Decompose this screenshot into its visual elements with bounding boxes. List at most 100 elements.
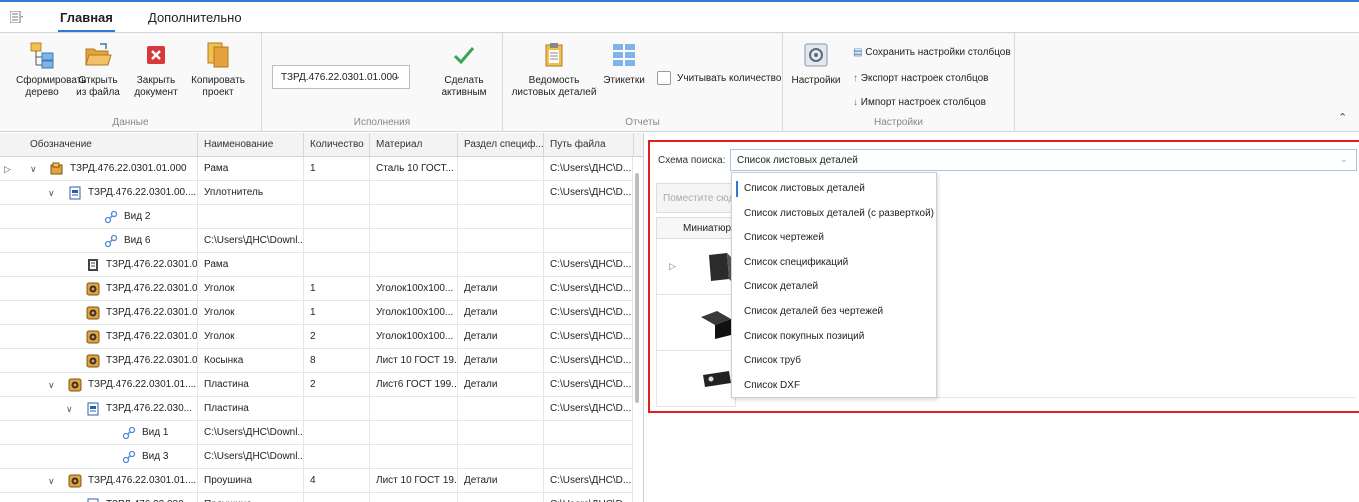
save-columns-button[interactable]: ▤ Сохранить настройки столбцов bbox=[853, 47, 1011, 58]
group-label-data: Данные bbox=[112, 117, 149, 128]
tree-row[interactable]: ТЗРД.476.22.0301.01....Уголок1Уголок100x… bbox=[0, 277, 633, 301]
app-menu-icon[interactable] bbox=[10, 11, 24, 23]
settings-gear-icon bbox=[804, 43, 828, 67]
part-icon bbox=[86, 282, 100, 296]
count-checkbox[interactable] bbox=[657, 71, 671, 85]
cell-material bbox=[370, 253, 458, 277]
dropdown-option[interactable]: Список чертежей bbox=[732, 226, 936, 250]
tab-main[interactable]: Главная bbox=[58, 10, 115, 33]
tree-row[interactable]: Вид 2 bbox=[0, 205, 633, 229]
dropdown-option[interactable]: Список листовых деталей (с разверткой) bbox=[732, 202, 936, 226]
make-active-button[interactable]: Сделать активным bbox=[434, 41, 494, 99]
column-header-quantity[interactable]: Количество bbox=[304, 133, 370, 157]
thumbnail-row-1[interactable]: ▷ bbox=[656, 239, 736, 295]
cell-designation: Вид 3 bbox=[0, 445, 198, 469]
dropdown-option[interactable]: Список листовых деталей bbox=[732, 177, 936, 201]
dropdown-option[interactable]: Список деталей bbox=[732, 275, 936, 299]
open-from-file-button[interactable]: Открыть из файла bbox=[74, 41, 122, 99]
cell-quantity: 1 bbox=[304, 277, 370, 301]
cell-quantity bbox=[304, 493, 370, 502]
row-expand-icon[interactable]: ▷ bbox=[4, 164, 11, 175]
cell-name: C:\Users\ДНС\Downl... bbox=[198, 421, 304, 445]
save-columns-label: Сохранить настройки столбцов bbox=[865, 47, 1011, 58]
chevron-down-icon[interactable]: ∨ bbox=[66, 404, 73, 415]
column-header-section[interactable]: Раздел специф... bbox=[458, 133, 544, 157]
tree-row[interactable]: ∨ ТЗРД.476.22.0301.01.... Пластина 2 Лист6 Г… bbox=[0, 373, 633, 397]
settings-button[interactable]: Настройки bbox=[791, 41, 841, 87]
tree-row[interactable]: Вид 6 C:\Users\ДНС\Downl... bbox=[0, 229, 633, 253]
cell-name: Рама bbox=[198, 253, 304, 277]
open-folder-icon bbox=[85, 43, 112, 66]
tree-row[interactable]: ТЗРД.476.22.0301.01....Уголок1Уголок100x… bbox=[0, 301, 633, 325]
cell-quantity: 4 bbox=[304, 469, 370, 493]
cell-material bbox=[370, 493, 458, 502]
cell-section: Детали bbox=[458, 469, 544, 493]
tree-scrollbar[interactable] bbox=[635, 173, 639, 403]
tree-row[interactable]: ∨ ТЗРД.476.22.0301.00.... Уплотнитель C:\Us… bbox=[0, 181, 633, 205]
collapse-ribbon-icon[interactable]: ⌃ bbox=[1338, 111, 1347, 124]
cell-designation: ТЗРД.476.22.0301.01.... bbox=[0, 349, 198, 373]
dropdown-option[interactable]: Список DXF bbox=[732, 374, 936, 398]
tree-row[interactable]: ∨ТЗРД.476.22.030...Проушина C:\Users\ДНС\… bbox=[0, 493, 633, 502]
drawing-icon bbox=[69, 186, 81, 200]
tab-additional[interactable]: Дополнительно bbox=[148, 10, 242, 25]
column-header-file-path[interactable]: Путь файла bbox=[544, 133, 634, 157]
chevron-down-icon[interactable]: ∨ bbox=[48, 188, 55, 199]
chevron-down-icon[interactable]: ∨ bbox=[30, 164, 37, 175]
execution-select[interactable]: ТЗРД.476.22.0301.01.000 ⌄ bbox=[272, 65, 410, 89]
cell-designation: ТЗРД.476.22.0301.01.... bbox=[0, 253, 198, 277]
cell-quantity: 8 bbox=[304, 349, 370, 373]
tree-row[interactable]: ∨ ТЗРД.476.22.030... Пластина C:\Users\ДНС\… bbox=[0, 397, 633, 421]
column-header-designation[interactable]: Обозначение bbox=[0, 133, 198, 157]
tree-row[interactable]: ∨ ТЗРД.476.22.0301.01.... Проушина 4 Лист 10… bbox=[0, 469, 633, 493]
thumbnail-column-header[interactable]: Миниатюр bbox=[656, 217, 736, 239]
open-from-file-label: Открыть из файла bbox=[76, 75, 120, 98]
chevron-down-icon[interactable]: ∨ bbox=[48, 380, 55, 391]
copy-project-button[interactable]: Копировать проект bbox=[190, 41, 246, 99]
row-designation-text: Вид 2 bbox=[124, 211, 151, 222]
cell-quantity bbox=[304, 205, 370, 229]
tree-row[interactable]: ТЗРД.476.22.0301.01....Косынка8Лист 10 Г… bbox=[0, 349, 633, 373]
cell-quantity bbox=[304, 229, 370, 253]
search-scheme-select[interactable]: Список листовых деталей ⌄ bbox=[730, 149, 1357, 171]
make-active-label: Сделать активным bbox=[441, 75, 487, 98]
drawing-icon bbox=[87, 498, 99, 502]
tree-row[interactable]: Вид 1 C:\Users\ДНС\Downl... bbox=[0, 421, 633, 445]
expand-row-icon[interactable]: ▷ bbox=[669, 261, 676, 272]
import-columns-button[interactable]: ↓ Импорт настроек столбцов bbox=[853, 97, 986, 108]
import-arrow-icon: ↓ bbox=[853, 97, 858, 108]
tree-row[interactable]: ТЗРД.476.22.0301.01....Уголок2Уголок100x… bbox=[0, 325, 633, 349]
column-header-name[interactable]: Наименование bbox=[198, 133, 304, 157]
cell-designation: Вид 1 bbox=[0, 421, 198, 445]
search-scheme-dropdown: Список листовых деталей Список листовых д… bbox=[731, 172, 937, 398]
dropdown-option[interactable]: Список деталей без чертежей bbox=[732, 300, 936, 324]
results-grid-bottom bbox=[731, 397, 1356, 409]
tree-header: Обозначение Наименование Количество Мате… bbox=[0, 133, 643, 157]
row-designation-text: Вид 1 bbox=[142, 427, 169, 438]
dropdown-option[interactable]: Список труб bbox=[732, 349, 936, 373]
row-designation-text: ТЗРД.476.22.0301.01.... bbox=[106, 307, 198, 318]
cell-designation: ∨ ТЗРД.476.22.0301.01.... bbox=[0, 373, 198, 397]
tree-structure-icon bbox=[30, 42, 54, 69]
build-tree-button[interactable]: Сформировать дерево bbox=[16, 41, 87, 99]
tree-row[interactable]: ТЗРД.476.22.0301.01....Рама C:\Users\ДНС\… bbox=[0, 253, 633, 277]
dropdown-option[interactable]: Список покупных позиций bbox=[732, 325, 936, 349]
column-header-material[interactable]: Материал bbox=[370, 133, 458, 157]
cell-material bbox=[370, 397, 458, 421]
thumbnail-row-3[interactable] bbox=[656, 351, 736, 407]
cell-material: Уголок100x100... bbox=[370, 325, 458, 349]
checkmark-icon bbox=[453, 47, 475, 65]
cell-file-path bbox=[544, 421, 633, 445]
thumbnail-row-2[interactable] bbox=[656, 295, 736, 351]
labels-button[interactable]: Этикетки bbox=[599, 41, 649, 87]
cell-file-path: C:\Users\ДНС\D... bbox=[544, 325, 633, 349]
save-columns-icon: ▤ bbox=[853, 47, 863, 58]
tree-row[interactable]: Вид 3 C:\Users\ДНС\Downl... bbox=[0, 445, 633, 469]
close-document-button[interactable]: Закрыть документ bbox=[130, 41, 182, 99]
tree-row[interactable]: ▷ ∨ ТЗРД.476.22.0301.01.000 Рама 1 Сталь 10 Г… bbox=[0, 157, 633, 181]
chevron-down-icon[interactable]: ∨ bbox=[48, 476, 55, 487]
row-designation-text: ТЗРД.476.22.030... bbox=[106, 403, 192, 414]
dropdown-option[interactable]: Список спецификаций bbox=[732, 251, 936, 275]
sheet-parts-list-button[interactable]: Ведомость листовых деталей bbox=[511, 41, 597, 99]
export-columns-button[interactable]: ↑ Экспорт настроек столбцов bbox=[853, 73, 989, 84]
